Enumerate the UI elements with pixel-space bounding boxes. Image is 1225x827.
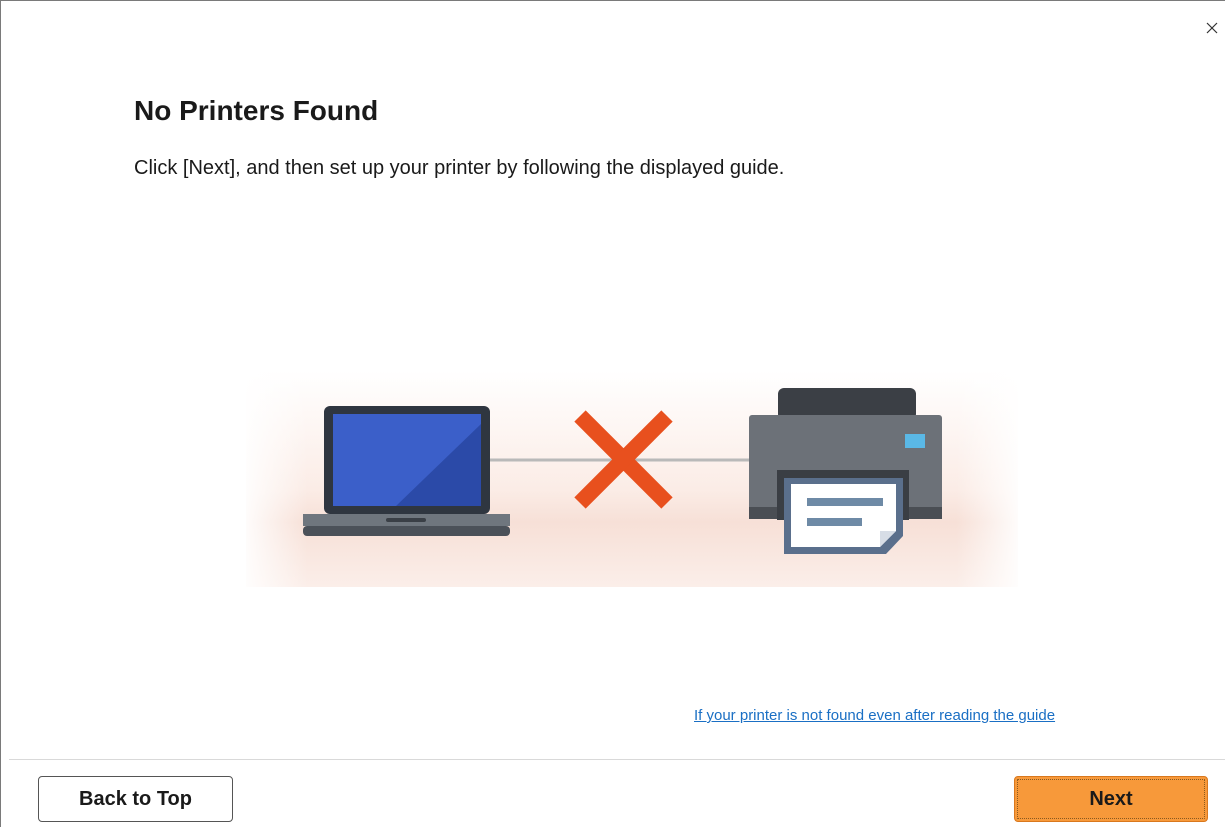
laptop-icon <box>303 406 510 536</box>
printer-not-found-help-link[interactable]: If your printer is not found even after … <box>694 707 1055 724</box>
back-to-top-button[interactable]: Back to Top <box>38 776 233 822</box>
instruction-text: Click [Next], and then set up your print… <box>134 157 785 179</box>
setup-dialog: No Printers Found Click [Next], and then… <box>0 0 1225 827</box>
page-title: No Printers Found <box>134 95 379 126</box>
footer-divider <box>9 759 1225 760</box>
close-button[interactable] <box>1203 19 1221 37</box>
close-icon <box>1206 22 1218 34</box>
next-button[interactable]: Next <box>1014 776 1208 822</box>
no-connection-illustration <box>246 371 1018 587</box>
